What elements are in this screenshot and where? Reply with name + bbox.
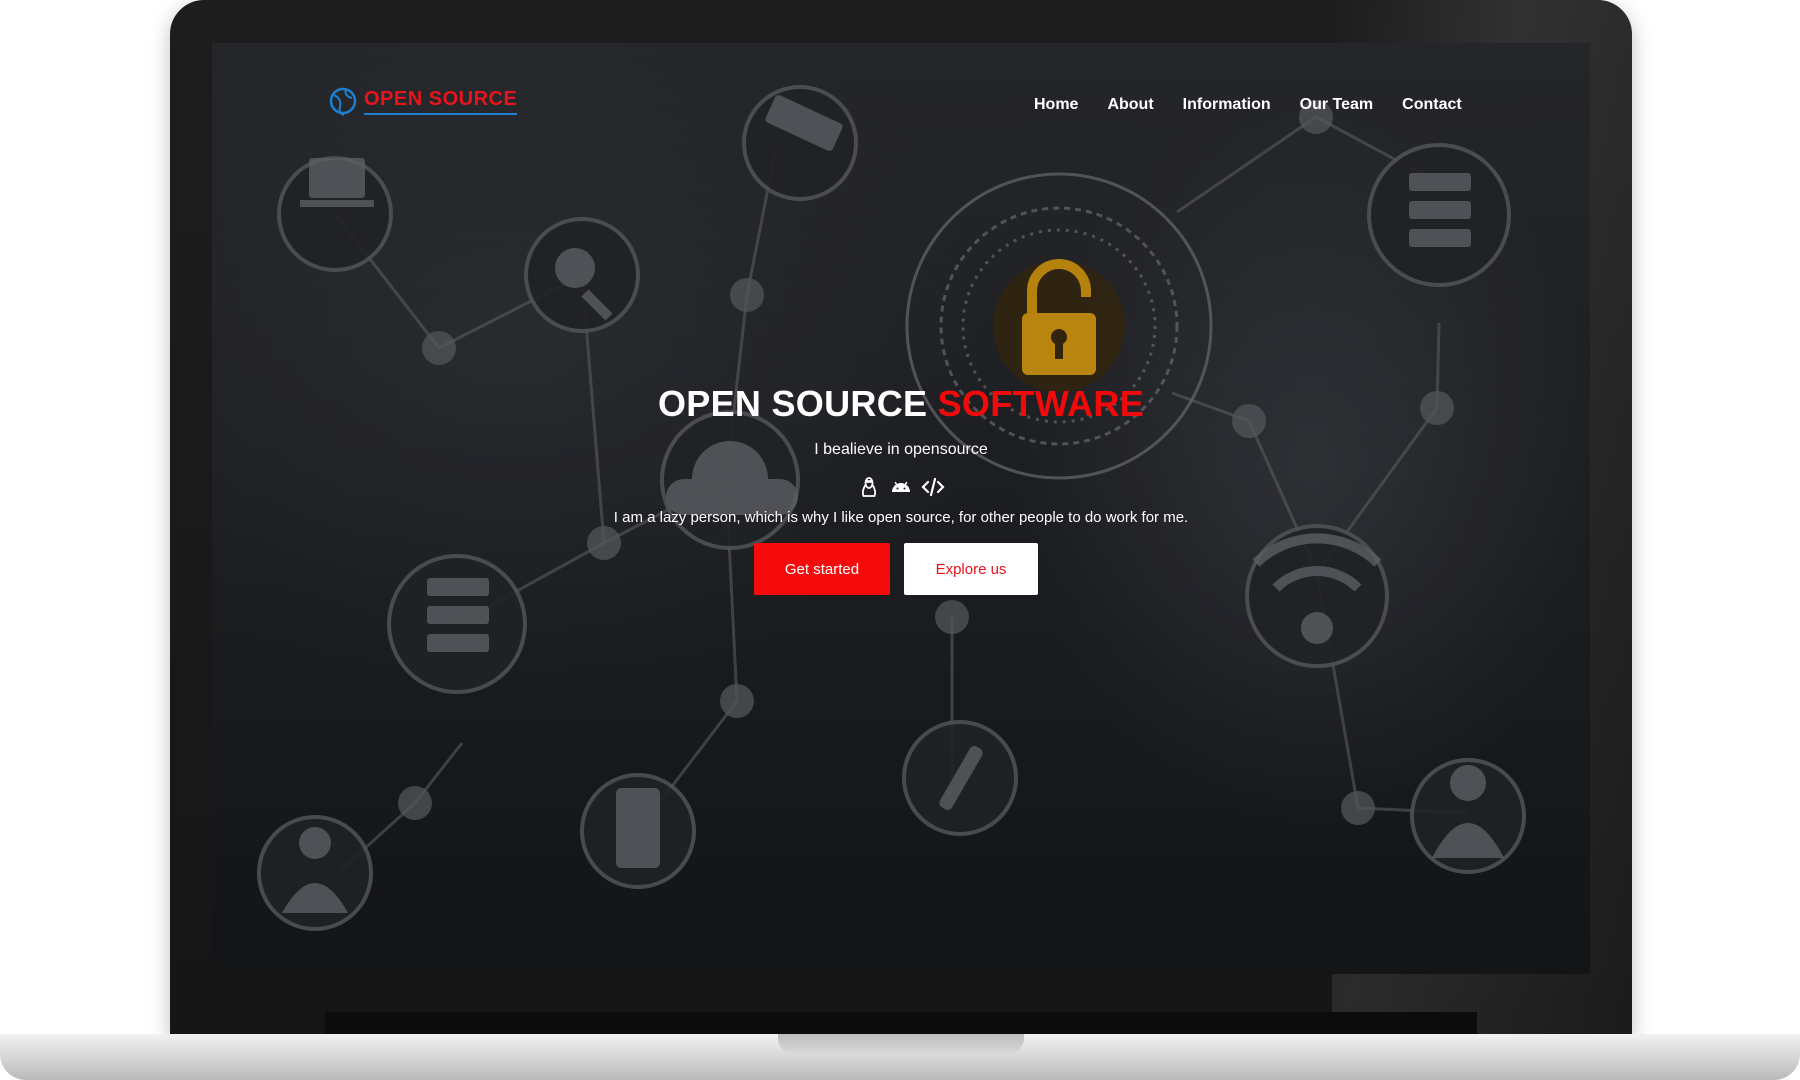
- get-started-button[interactable]: Get started: [754, 543, 890, 595]
- hero-tagline: I bealieve in opensource: [814, 441, 988, 458]
- nav-contact[interactable]: Contact: [1402, 96, 1462, 114]
- brand-name: OPEN SOURCE: [364, 88, 518, 115]
- globe-icon: [329, 87, 357, 116]
- site-logo[interactable]: OPEN SOURCE: [328, 81, 518, 121]
- hero-description: I am a lazy person, which is why I like …: [613, 509, 1189, 526]
- explore-us-button[interactable]: Explore us: [904, 543, 1038, 595]
- nav-home[interactable]: Home: [1034, 96, 1078, 114]
- tech-icons: [857, 475, 945, 499]
- main-nav: Home About Information Our Team Contact: [1034, 96, 1491, 114]
- android-icon: [889, 475, 913, 499]
- code-icon: [921, 475, 945, 499]
- linux-icon: [857, 475, 881, 499]
- laptop-base: [0, 1034, 1800, 1080]
- hero-title-main: OPEN SOURCE: [657, 383, 928, 424]
- lid-bottom-strip: [325, 1012, 1477, 1036]
- hero-title-accent: SOFTWARE: [937, 383, 1145, 424]
- nav-information[interactable]: Information: [1183, 96, 1271, 114]
- hero-title: OPEN SOURCE SOFTWARE: [212, 383, 1590, 425]
- laptop-notch: [778, 1034, 1024, 1054]
- website-screen: OPEN SOURCE Home About Information Our T…: [212, 43, 1590, 974]
- nav-our-team[interactable]: Our Team: [1300, 96, 1374, 114]
- nav-about[interactable]: About: [1107, 96, 1153, 114]
